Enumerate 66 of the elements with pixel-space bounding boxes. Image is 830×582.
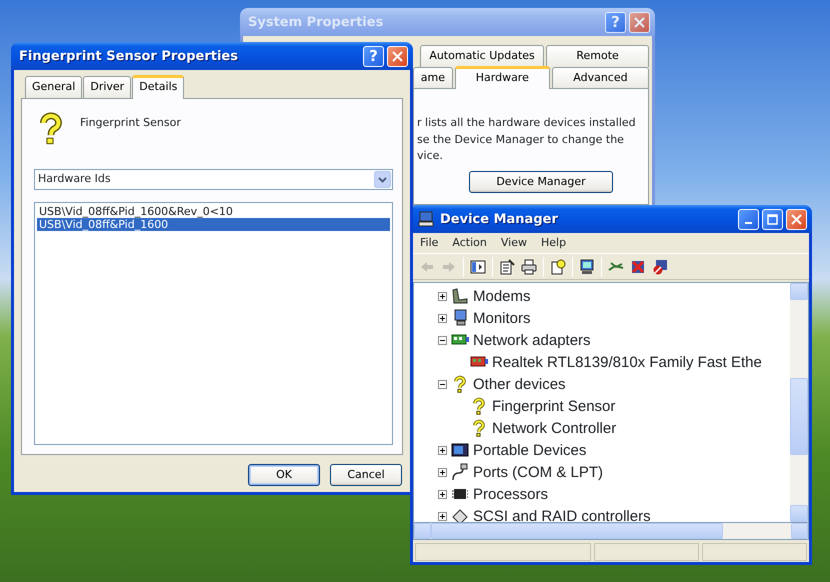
menu-item[interactable]: File [413,234,446,252]
monitor-icon[interactable] [579,258,595,274]
window-title: Fingerprint Sensor Properties [19,48,238,64]
tree-item[interactable]: Network Controller [492,420,616,436]
expand-icon[interactable] [438,490,447,498]
close-button[interactable] [786,208,807,230]
expand-icon[interactable] [438,314,447,322]
description-text: se the Device Manager to change the [417,132,625,148]
tree-item[interactable]: Realtek RTL8139/810x Family Fast Ethe [492,354,762,370]
tab[interactable]: Remote [546,45,649,66]
collapse-icon[interactable] [438,380,447,388]
expand-icon[interactable] [438,446,447,454]
maximize-button[interactable] [762,208,783,230]
description-text: vice. [417,148,444,164]
expand-icon[interactable] [438,292,447,300]
maximize-icon [767,214,778,224]
list-item[interactable]: USB\Vid_08ff&Pid_1600 [37,218,390,230]
device-manager-button[interactable]: Device Manager [469,170,613,193]
dialog-button[interactable]: OK [248,464,320,486]
dialog-button[interactable]: Cancel [330,464,402,486]
minimize-icon [745,222,752,224]
horizontal-scrollbar[interactable] [413,523,809,540]
tab[interactable]: Driver [83,76,132,98]
tab[interactable]: Automatic Updates [420,45,544,66]
tree-item[interactable]: Portable Devices [473,442,586,458]
tree-item[interactable]: Other devices [473,376,566,392]
printer-icon[interactable] [521,258,537,274]
tab[interactable]: Details [132,75,184,98]
tab[interactable]: ame [413,66,453,88]
tree-item[interactable]: Ports (COM & LPT) [473,464,604,480]
expand-icon[interactable] [438,468,447,476]
tree-item[interactable]: Network adapters [473,332,591,348]
description-text: r lists all the hardware devices installed [417,115,637,131]
tree-item[interactable]: Modems [473,288,531,304]
menu-item[interactable]: Action [445,234,494,252]
close-button[interactable] [387,46,408,66]
modem-icon [451,287,469,305]
tab[interactable]: Hardware [454,66,550,89]
properties-icon[interactable] [499,258,515,274]
property-dropdown[interactable]: Hardware Ids [34,168,393,190]
close-icon [791,214,802,224]
vertical-scrollbar[interactable] [790,283,808,522]
cross-icon[interactable] [630,258,646,274]
pane-icon[interactable] [470,258,486,274]
list-item[interactable]: USB\Vid_08ff&Pid_1600&Rev_0<10 [37,204,390,218]
computer-icon [418,211,434,227]
window-title: System Properties [248,14,384,30]
menu-item[interactable]: View [494,234,534,252]
close-icon [392,50,403,62]
media-player-icon [451,441,469,459]
menu-item[interactable]: Help [534,234,574,252]
tree-item[interactable]: Monitors [473,310,531,326]
minimize-button[interactable] [738,208,759,230]
close-button[interactable] [629,12,650,32]
close-icon [634,16,645,28]
tree-item[interactable]: Processors [473,486,548,502]
tab[interactable]: General [25,76,82,98]
collapse-icon[interactable] [438,336,447,344]
device-name: Fingerprint Sensor [80,114,181,130]
tab[interactable]: Advanced [552,66,649,88]
window-title: Device Manager [440,212,558,226]
help-button[interactable]: ? [363,46,384,66]
tree-item[interactable]: Fingerprint Sensor [492,398,616,414]
expand-icon[interactable] [438,512,447,520]
tree-item[interactable]: SCSI and RAID controllers [473,508,651,522]
unknown-device-icon [451,375,469,393]
